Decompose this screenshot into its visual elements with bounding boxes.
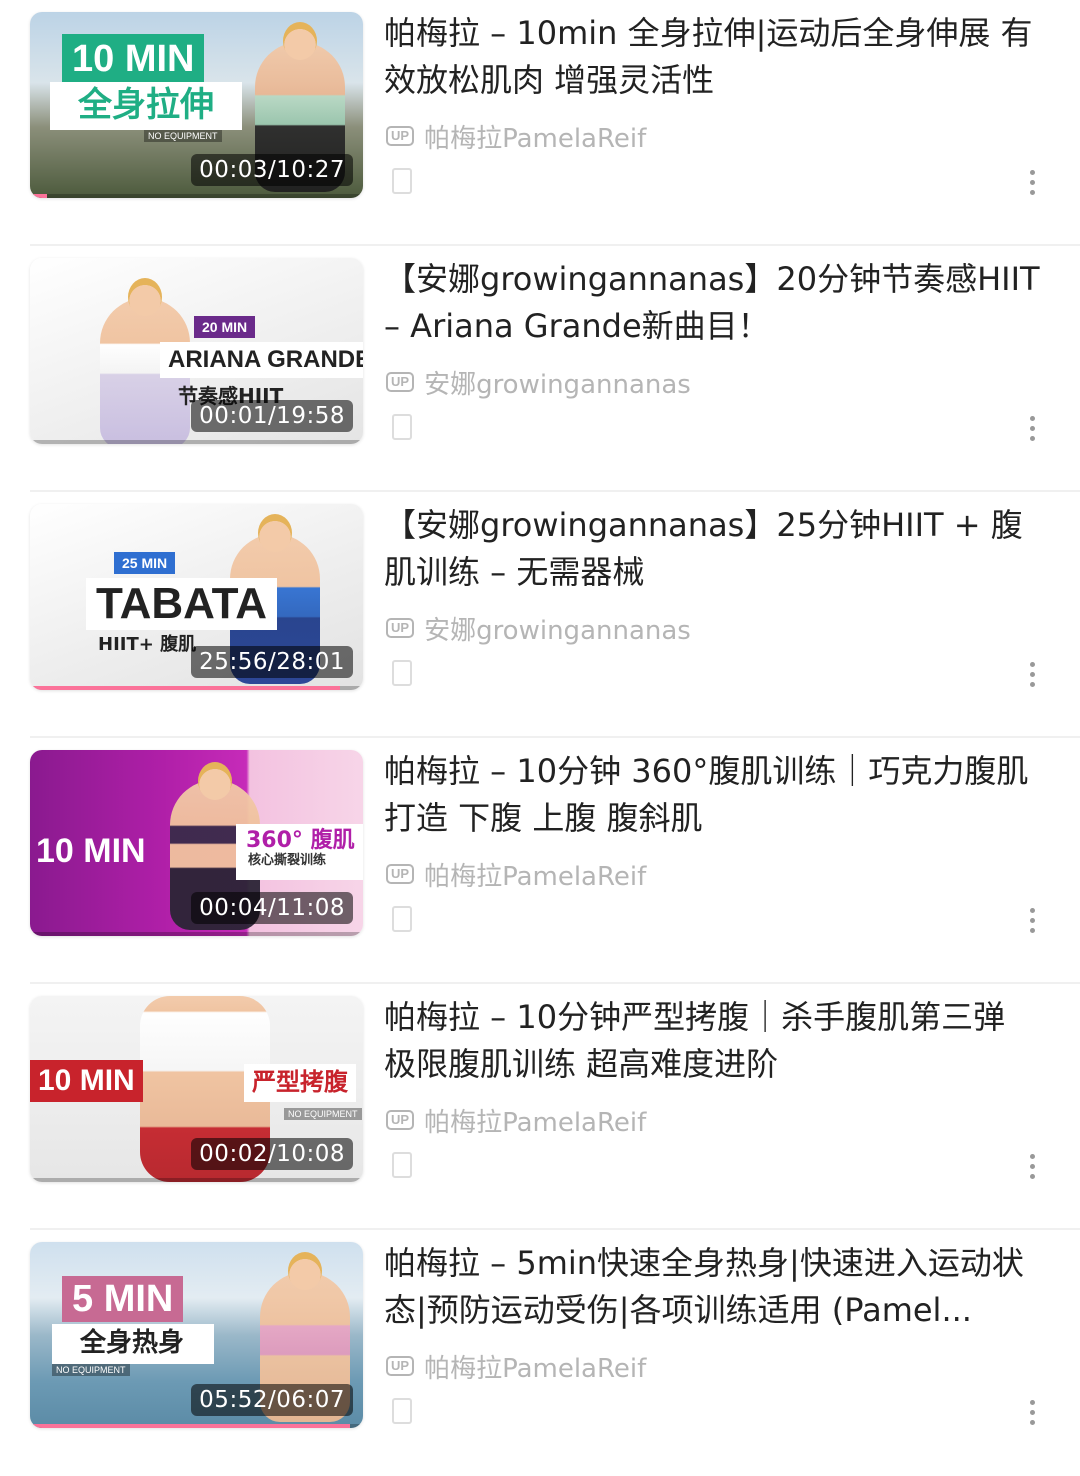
- video-item[interactable]: 10 MIN 全身拉伸 NO EQUIPMENT 00:03/10:27 帕梅拉…: [0, 0, 1080, 246]
- play-stats-icon: [392, 414, 412, 440]
- more-options-icon[interactable]: [1030, 662, 1036, 688]
- thumb-title: ARIANA GRANDE: [160, 342, 363, 378]
- play-stats-icon: [392, 906, 412, 932]
- uploader-row[interactable]: UP 安娜growingannanas: [386, 362, 691, 402]
- video-item[interactable]: 25 MIN TABATA HIIT+ 腹肌 25:56/28:01 【安娜gr…: [0, 492, 1080, 738]
- watch-progress-fill: [30, 686, 340, 690]
- thumb-subtitle: 全身拉伸: [50, 82, 242, 130]
- duration-badge: 00:01/19:58: [191, 400, 353, 432]
- play-stats-icon: [392, 1398, 412, 1424]
- thumb-title: TABATA: [86, 578, 278, 630]
- thumb-note: NO EQUIPMENT: [52, 1364, 130, 1376]
- duration-badge: 00:03/10:27: [191, 154, 353, 186]
- watch-progress-fill: [30, 1178, 34, 1182]
- up-badge-icon: UP: [386, 864, 415, 884]
- video-thumbnail[interactable]: 10 MIN 严型拷腹 NO EQUIPMENT 00:02/10:08: [30, 996, 363, 1182]
- thumb-title: 10 MIN: [30, 1060, 143, 1102]
- video-title[interactable]: 【安娜growingannanas】20分钟节奏感HIIT – Ariana G…: [384, 256, 1044, 350]
- video-item[interactable]: 5 MIN 全身热身 NO EQUIPMENT 05:52/06:07 帕梅拉 …: [0, 1230, 1080, 1476]
- play-stats-icon: [392, 168, 412, 194]
- uploader-name: 帕梅拉PamelaReif: [424, 861, 647, 892]
- watch-progress-bar: [30, 440, 363, 444]
- watch-progress-fill: [30, 1424, 350, 1428]
- play-stats-icon: [392, 660, 412, 686]
- thumb-subtitle: 全身热身: [52, 1324, 215, 1364]
- up-badge-icon: UP: [386, 1356, 415, 1376]
- video-thumbnail[interactable]: 10 MIN 全身拉伸 NO EQUIPMENT 00:03/10:27: [30, 12, 363, 198]
- watch-progress-bar: [30, 1424, 363, 1428]
- video-title[interactable]: 帕梅拉 – 5min快速全身热身|快速进入运动状态|预防运动受伤|各项训练适用 …: [384, 1240, 1044, 1334]
- thumb-small-label: 20 MIN: [194, 316, 256, 338]
- watch-progress-bar: [30, 1178, 363, 1182]
- video-title[interactable]: 帕梅拉 – 10分钟严型拷腹｜杀手腹肌第三弹 极限腹肌训练 超高难度进阶: [384, 994, 1044, 1088]
- video-thumbnail[interactable]: 20 MIN ARIANA GRANDE 节奏感HIIT 00:01/19:58: [30, 258, 363, 444]
- watch-progress-bar: [30, 194, 363, 198]
- video-title[interactable]: 帕梅拉 – 10分钟 360°腹肌训练｜巧克力腹肌打造 下腹 上腹 腹斜肌: [384, 748, 1044, 842]
- uploader-row[interactable]: UP 帕梅拉PamelaReif: [386, 116, 646, 156]
- duration-badge: 05:52/06:07: [191, 1384, 353, 1416]
- thumb-title: 10 MIN: [62, 34, 205, 84]
- duration-badge: 00:04/11:08: [191, 892, 353, 924]
- uploader-name: 帕梅拉PamelaReif: [424, 123, 647, 154]
- up-badge-icon: UP: [386, 126, 415, 146]
- thumb-subtitle-2: 核心撕裂训练: [248, 853, 327, 868]
- video-thumbnail[interactable]: 10 MIN 360° 腹肌 核心撕裂训练 00:04/11:08: [30, 750, 363, 936]
- video-item[interactable]: 10 MIN 严型拷腹 NO EQUIPMENT 00:02/10:08 帕梅拉…: [0, 984, 1080, 1230]
- uploader-name: 帕梅拉PamelaReif: [424, 1353, 647, 1384]
- uploader-name: 帕梅拉PamelaReif: [424, 1107, 647, 1138]
- duration-badge: 25:56/28:01: [191, 646, 353, 678]
- duration-badge: 00:02/10:08: [191, 1138, 353, 1170]
- more-options-icon[interactable]: [1030, 416, 1036, 442]
- uploader-name: 安娜growingannanas: [424, 369, 691, 400]
- more-options-icon[interactable]: [1030, 170, 1036, 196]
- more-options-icon[interactable]: [1030, 1400, 1036, 1426]
- thumb-subtitle: 严型拷腹: [244, 1064, 356, 1102]
- more-options-icon[interactable]: [1030, 908, 1036, 934]
- watch-progress-bar: [30, 686, 363, 690]
- up-badge-icon: UP: [386, 618, 415, 638]
- thumb-title: 5 MIN: [62, 1276, 184, 1322]
- watch-progress-fill: [30, 194, 47, 198]
- up-badge-icon: UP: [386, 1110, 415, 1130]
- uploader-name: 安娜growingannanas: [424, 615, 691, 646]
- uploader-row[interactable]: UP 帕梅拉PamelaReif: [386, 1100, 646, 1140]
- play-stats-icon: [392, 1152, 412, 1178]
- video-title[interactable]: 帕梅拉 – 10min 全身拉伸|运动后全身伸展 有效放松肌肉 增强灵活性: [384, 10, 1044, 104]
- up-badge-icon: UP: [386, 372, 415, 392]
- video-thumbnail[interactable]: 5 MIN 全身热身 NO EQUIPMENT 05:52/06:07: [30, 1242, 363, 1428]
- uploader-row[interactable]: UP 帕梅拉PamelaReif: [386, 854, 646, 894]
- video-item[interactable]: 10 MIN 360° 腹肌 核心撕裂训练 00:04/11:08 帕梅拉 – …: [0, 738, 1080, 984]
- watch-progress-fill: [30, 932, 34, 936]
- thumb-note: NO EQUIPMENT: [144, 130, 222, 142]
- more-options-icon[interactable]: [1030, 1154, 1036, 1180]
- video-item[interactable]: 20 MIN ARIANA GRANDE 节奏感HIIT 00:01/19:58…: [0, 246, 1080, 492]
- uploader-row[interactable]: UP 安娜growingannanas: [386, 608, 691, 648]
- watch-progress-bar: [30, 932, 363, 936]
- watch-progress-fill: [30, 440, 34, 444]
- video-title[interactable]: 【安娜growingannanas】25分钟HIIT + 腹肌训练 – 无需器械: [384, 502, 1044, 596]
- uploader-row[interactable]: UP 帕梅拉PamelaReif: [386, 1346, 646, 1386]
- video-thumbnail[interactable]: 25 MIN TABATA HIIT+ 腹肌 25:56/28:01: [30, 504, 363, 690]
- thumb-subtitle: 360° 腹肌: [236, 824, 363, 880]
- thumb-small-label: 25 MIN: [114, 552, 176, 574]
- thumb-subtitle: HIIT+ 腹肌: [98, 634, 197, 655]
- thumb-note: NO EQUIPMENT: [284, 1108, 362, 1120]
- thumb-title: 10 MIN: [36, 832, 146, 870]
- video-history-list: 10 MIN 全身拉伸 NO EQUIPMENT 00:03/10:27 帕梅拉…: [0, 0, 1080, 1440]
